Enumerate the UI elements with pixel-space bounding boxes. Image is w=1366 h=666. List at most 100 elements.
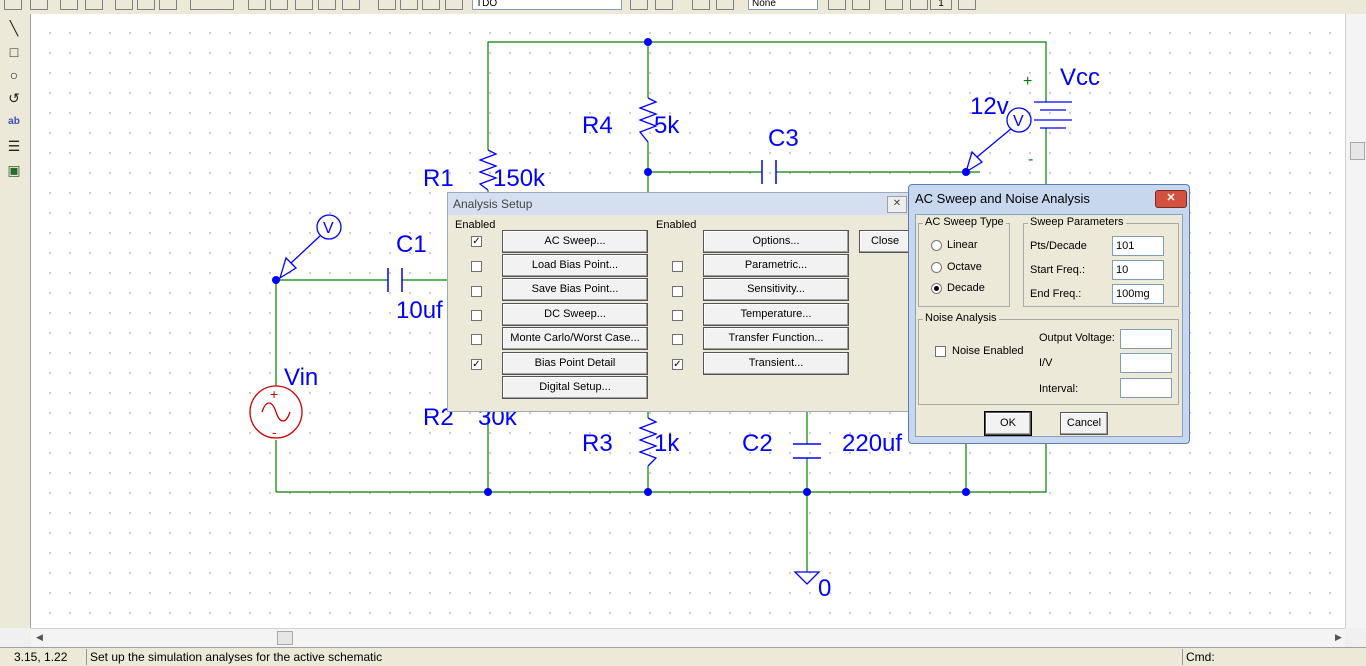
redraw-icon[interactable] [655, 0, 673, 10]
highlight-icon[interactable] [716, 0, 734, 10]
transfer-function-button[interactable]: Transfer Function... [703, 327, 849, 350]
vcc-value: 12v [970, 93, 1009, 120]
setup-icon[interactable] [400, 0, 418, 10]
noise-enabled-checkbox[interactable] [935, 346, 946, 357]
sweep-type-label: AC Sweep Type [923, 216, 1006, 228]
vertical-scroll-thumb[interactable] [1350, 142, 1365, 160]
vertical-scrollbar[interactable] [1345, 14, 1366, 628]
digit-field[interactable]: 1 [930, 0, 952, 10]
checkmark-icon: ✓ [472, 359, 481, 370]
close-icon[interactable]: ✕ [1155, 190, 1187, 208]
c2-value: 220uf [842, 430, 902, 457]
transient-checkbox[interactable]: ✓ [672, 359, 683, 370]
save-bias-point-button[interactable]: Save Bias Point... [502, 278, 648, 301]
start-freq-input[interactable]: 10 [1112, 260, 1164, 280]
load-bias-point-checkbox[interactable] [471, 261, 482, 272]
pts-decade-input[interactable]: 101 [1112, 236, 1164, 256]
end-freq-input[interactable]: 100mg [1112, 284, 1164, 304]
c3-name: C3 [768, 125, 799, 152]
analysis-setup-titlebar[interactable]: Analysis Setup [448, 193, 914, 215]
scroll-left-icon[interactable]: ◀ [36, 632, 43, 643]
options-button[interactable]: Options... [703, 230, 849, 253]
transient-button[interactable]: Transient... [703, 352, 849, 375]
start-freq-label: Start Freq.: [1030, 264, 1086, 276]
text-icon[interactable]: ab [4, 112, 24, 132]
linear-radio[interactable] [931, 240, 942, 251]
drawing-toolbar: ╲ □ ○ ↺ ab ☰ ▣ [0, 14, 31, 628]
picture-icon[interactable]: ▣ [4, 160, 24, 180]
rectangle-icon[interactable]: □ [4, 42, 24, 62]
step-icon[interactable] [885, 0, 903, 10]
horizontal-scroll-thumb[interactable] [277, 631, 293, 645]
block-icon[interactable] [295, 0, 313, 10]
mark-voltage-icon[interactable] [828, 0, 846, 10]
cut-icon[interactable] [115, 0, 133, 10]
iv-input[interactable] [1120, 353, 1172, 373]
octave-radio[interactable] [931, 262, 942, 273]
sweep-parameters-group: Sweep Parameters Pts/Decade 101 Start Fr… [1023, 216, 1179, 307]
sweep-type-group: AC Sweep Type Linear Octave Decade [918, 216, 1010, 307]
status-divider [1182, 649, 1183, 665]
undo-icon[interactable] [190, 0, 234, 10]
markers-icon[interactable] [692, 0, 710, 10]
print-icon[interactable] [85, 0, 103, 10]
save-icon[interactable] [60, 0, 78, 10]
open-icon[interactable] [30, 0, 48, 10]
back-icon[interactable] [910, 0, 928, 10]
bias-point-detail-button[interactable]: Bias Point Detail [502, 352, 648, 375]
output-voltage-input[interactable] [1120, 329, 1172, 349]
linear-label: Linear [947, 239, 978, 251]
line-icon[interactable]: ╲ [4, 18, 24, 38]
digital-setup-button[interactable]: Digital Setup... [502, 376, 648, 399]
dc-sweep-checkbox[interactable] [471, 310, 482, 321]
sweep-parameters-label: Sweep Parameters [1028, 216, 1126, 228]
parametric-button[interactable]: Parametric... [703, 254, 849, 277]
ac-sweep-checkbox[interactable]: ✓ [471, 236, 482, 247]
arc-icon[interactable]: ↺ [4, 88, 24, 108]
forward-icon[interactable] [958, 0, 976, 10]
temperature-checkbox[interactable] [672, 310, 683, 321]
copy-icon[interactable] [137, 0, 155, 10]
decade-radio[interactable] [931, 283, 942, 294]
load-bias-point-button[interactable]: Load Bias Point... [502, 254, 648, 277]
close-button[interactable]: Close [859, 230, 911, 253]
circle-icon[interactable]: ○ [4, 65, 24, 85]
analysis-setup-dialog: Analysis Setup ✕ Enabled Enabled ✓ AC Sw… [447, 192, 915, 412]
output-voltage-label: Output Voltage: [1039, 332, 1115, 344]
draw-wire-icon[interactable] [248, 0, 266, 10]
text-box-icon[interactable]: ☰ [4, 136, 24, 156]
simulate-icon[interactable] [422, 0, 440, 10]
dc-sweep-button[interactable]: DC Sweep... [502, 303, 648, 326]
mark-current-icon[interactable] [852, 0, 870, 10]
parametric-checkbox[interactable] [672, 261, 683, 272]
monte-carlo-checkbox[interactable] [471, 334, 482, 345]
bias-point-detail-checkbox[interactable]: ✓ [471, 359, 482, 370]
library-icon[interactable] [445, 0, 463, 10]
horizontal-scrollbar[interactable]: ◀ ▶ [31, 628, 1345, 647]
ok-button[interactable]: OK [985, 412, 1031, 435]
scroll-right-icon[interactable]: ▶ [1335, 632, 1342, 643]
monte-carlo-button[interactable]: Monte Carlo/Worst Case... [502, 327, 648, 350]
edit-attributes-icon[interactable] [342, 0, 360, 10]
save-bias-point-checkbox[interactable] [471, 286, 482, 297]
pts-decade-label: Pts/Decade [1030, 240, 1087, 252]
sensitivity-button[interactable]: Sensitivity... [703, 278, 849, 301]
get-part-icon[interactable] [318, 0, 336, 10]
new-icon[interactable] [4, 0, 22, 10]
display-combo[interactable]: None [748, 0, 818, 10]
interval-input[interactable] [1120, 378, 1172, 398]
vin-name: Vin [284, 364, 318, 391]
close-icon[interactable]: ✕ [887, 196, 907, 213]
enabled-header-left: Enabled [455, 219, 496, 231]
part-combo[interactable]: TDO [472, 0, 622, 10]
draw-bus-icon[interactable] [270, 0, 288, 10]
cancel-button[interactable]: Cancel [1060, 412, 1108, 435]
ac-sweep-button[interactable]: AC Sweep... [502, 230, 648, 253]
transfer-function-checkbox[interactable] [672, 334, 683, 345]
sensitivity-checkbox[interactable] [672, 286, 683, 297]
temperature-button[interactable]: Temperature... [703, 303, 849, 326]
edit-symbol-icon[interactable] [378, 0, 396, 10]
paste-icon[interactable] [159, 0, 177, 10]
r1-name: R1 [423, 165, 454, 192]
zoom-icon[interactable] [630, 0, 648, 10]
